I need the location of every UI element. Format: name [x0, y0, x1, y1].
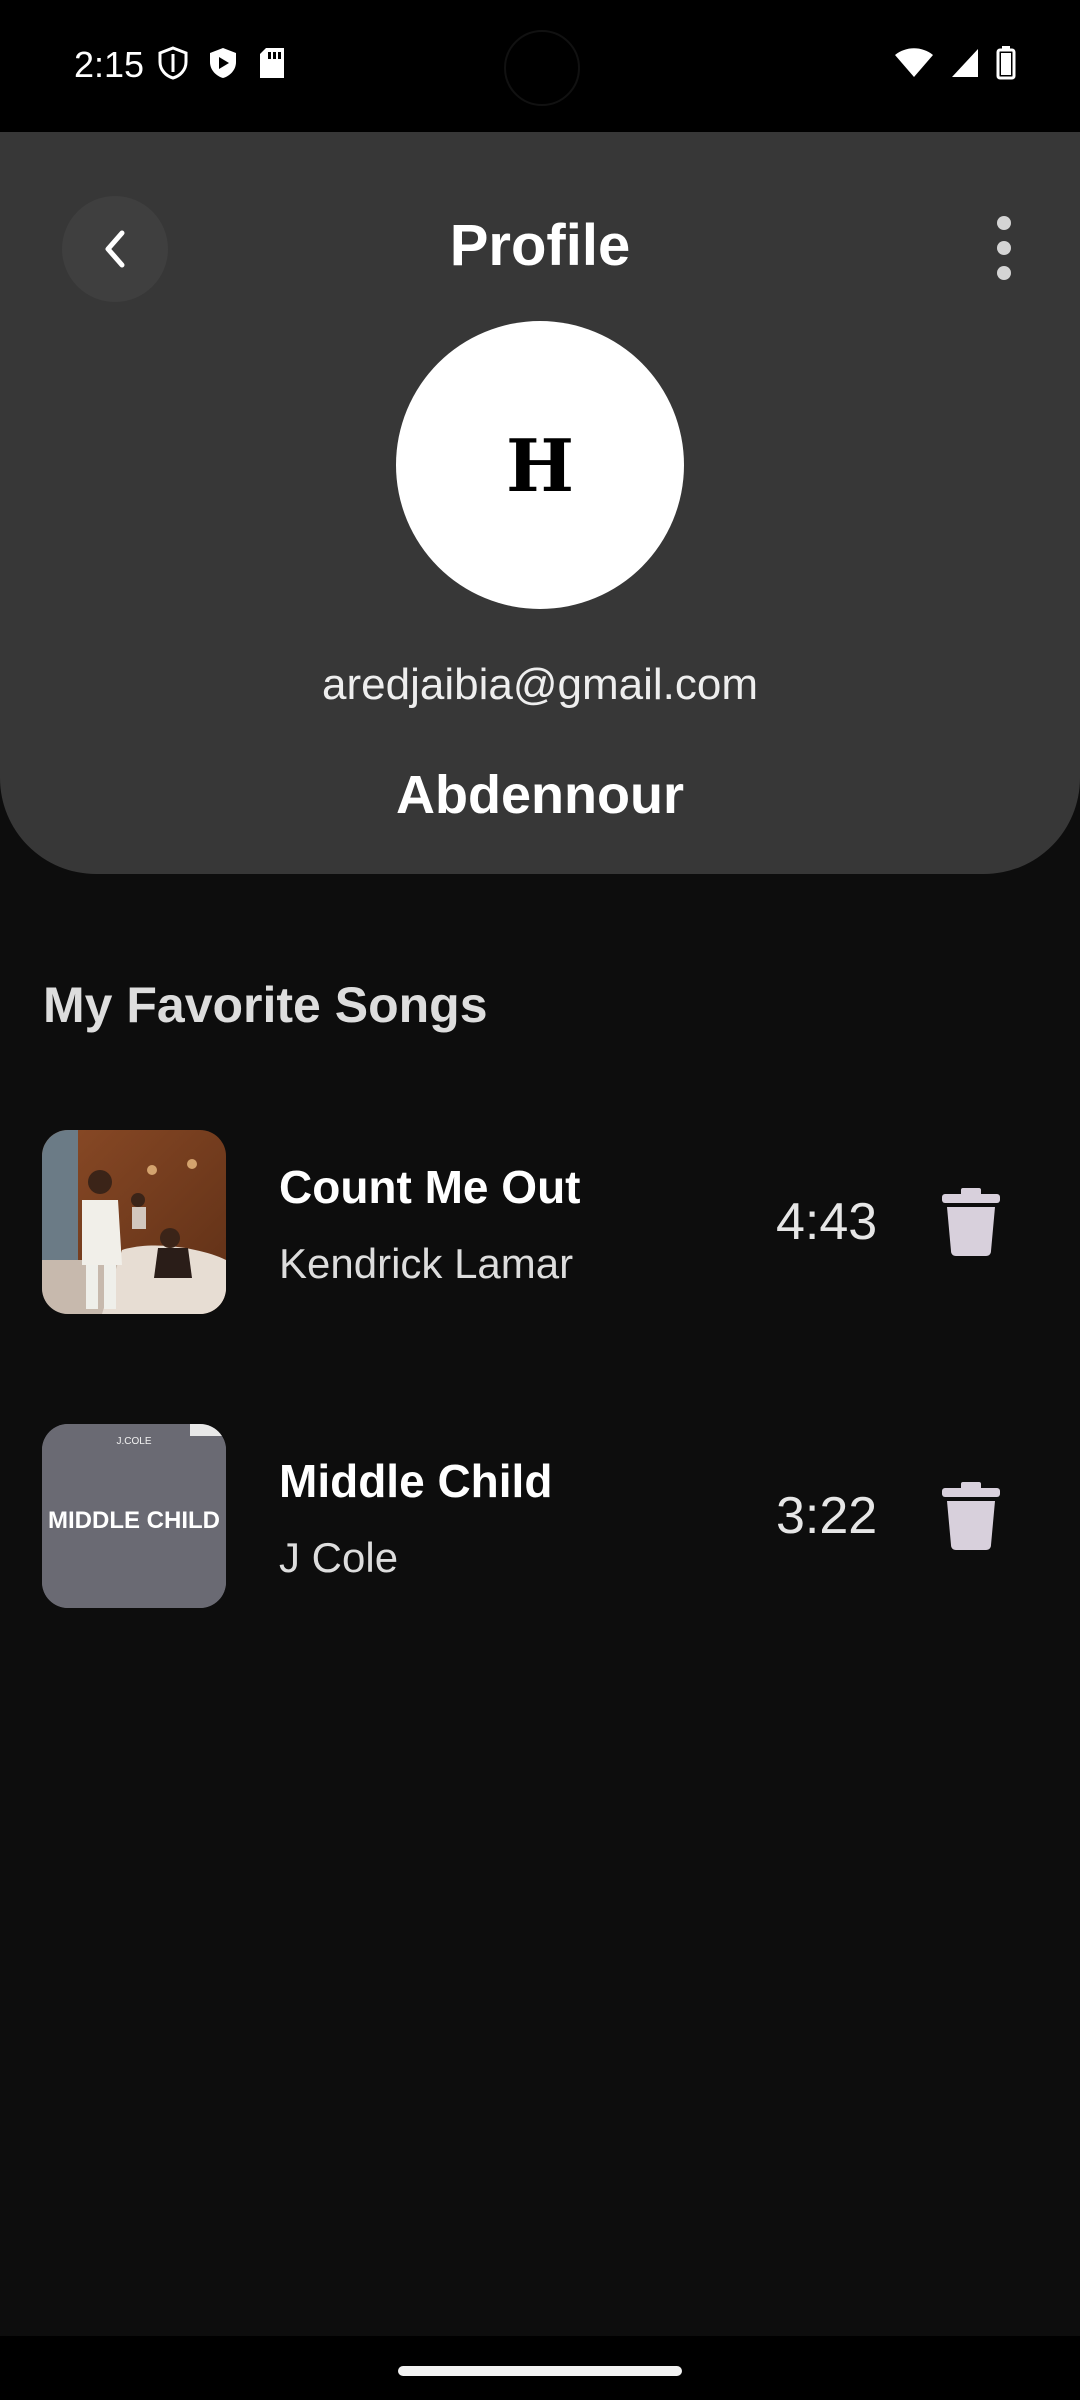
- play-shield-icon: [210, 48, 236, 78]
- song-duration: 4:43: [776, 1193, 878, 1251]
- profile-card: Profile H aredjaibia@gmail.com Abdennour: [0, 132, 1080, 874]
- album-art: [42, 1130, 226, 1314]
- more-options-button[interactable]: [992, 216, 1016, 280]
- song-artist: J Cole: [279, 1534, 399, 1581]
- song-title: Middle Child: [279, 1455, 553, 1507]
- song-title: Count Me Out: [279, 1161, 581, 1213]
- profile-email: aredjaibia@gmail.com: [322, 660, 758, 709]
- more-dot-icon: [997, 266, 1011, 280]
- trash-icon: [942, 1482, 1000, 1550]
- song-list-item[interactable]: Count Me Out Kendrick Lamar 4:43: [0, 1130, 1080, 1314]
- song-artist: Kendrick Lamar: [279, 1240, 574, 1287]
- trash-icon: [942, 1188, 1000, 1256]
- battery-icon: [996, 46, 1016, 80]
- sd-card-icon: [260, 48, 284, 78]
- svg-text:MIDDLE CHILD: MIDDLE CHILD: [48, 1507, 220, 1534]
- song-list-item[interactable]: J.COLE MIDDLE CHILD Middle Child J Cole …: [0, 1424, 1080, 1608]
- delete-button[interactable]: [940, 1482, 1002, 1550]
- signal-icon: [952, 49, 978, 77]
- page-title: Profile: [449, 213, 631, 278]
- status-icons-left: [158, 46, 286, 80]
- status-icons-right: [894, 46, 1016, 80]
- song-duration: 3:22: [776, 1487, 878, 1545]
- profile-name: Abdennour: [396, 765, 684, 825]
- album-art: J.COLE MIDDLE CHILD: [42, 1424, 226, 1608]
- delete-button[interactable]: [940, 1188, 1002, 1256]
- more-dot-icon: [997, 216, 1011, 230]
- avatar[interactable]: H: [396, 321, 684, 609]
- shield-icon: [158, 46, 188, 80]
- status-bar: 2:15: [0, 0, 1080, 132]
- home-gesture-handle[interactable]: [398, 2366, 682, 2376]
- wifi-icon: [895, 48, 933, 77]
- favorites-section-title: My Favorite Songs: [43, 977, 488, 1033]
- more-dot-icon: [997, 241, 1011, 255]
- camera-cutout: [504, 30, 580, 106]
- status-time: 2:15: [74, 44, 145, 85]
- svg-text:J.COLE: J.COLE: [116, 1436, 151, 1447]
